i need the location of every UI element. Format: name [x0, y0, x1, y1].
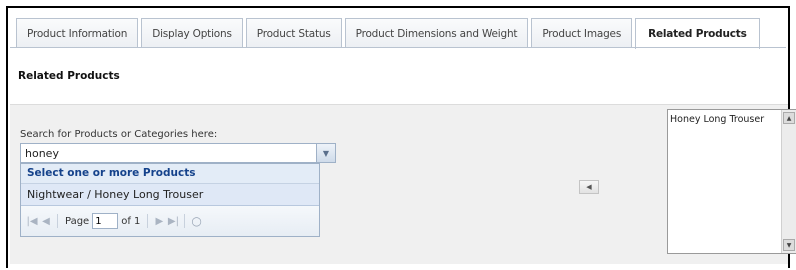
- product-search-input[interactable]: [21, 144, 316, 162]
- prev-page-icon[interactable]: ◀: [39, 216, 53, 227]
- refresh-icon[interactable]: ○: [191, 214, 201, 228]
- product-search-combo: ▼: [20, 143, 336, 163]
- scroll-up-icon[interactable]: ▲: [783, 112, 795, 124]
- results-pager: |◀ ◀ Page of 1 ▶ ▶| ○: [21, 206, 319, 236]
- move-left-icon[interactable]: ◀: [579, 180, 599, 194]
- last-page-icon[interactable]: ▶|: [166, 216, 180, 227]
- tab-product-images[interactable]: Product Images: [531, 18, 633, 48]
- page-number-input[interactable]: [92, 213, 119, 229]
- selected-product-item[interactable]: Honey Long Trouser: [670, 114, 764, 125]
- page-label: Page: [65, 215, 90, 227]
- tab-related-products[interactable]: Related Products: [635, 18, 760, 49]
- tab-display-options[interactable]: Display Options: [141, 18, 243, 48]
- chevron-down-icon[interactable]: ▼: [316, 144, 335, 162]
- tab-product-status[interactable]: Product Status: [245, 18, 342, 48]
- pager-divider: [57, 214, 58, 228]
- list-scrollbar[interactable]: ▲ ▼: [781, 110, 796, 253]
- tab-divider: [10, 47, 786, 48]
- search-results-dropdown: Select one or more Products Nightwear / …: [20, 163, 320, 237]
- next-page-icon[interactable]: ▶: [152, 216, 166, 227]
- product-editor-frame: Product Information Display Options Prod…: [6, 6, 796, 268]
- search-label: Search for Products or Categories here:: [20, 129, 218, 140]
- pager-divider: [184, 214, 186, 228]
- first-page-icon[interactable]: |◀: [25, 216, 39, 227]
- tab-product-information[interactable]: Product Information: [16, 18, 139, 48]
- pager-divider: [147, 214, 149, 228]
- tab-product-dimensions[interactable]: Product Dimensions and Weight: [344, 18, 529, 48]
- scroll-down-icon[interactable]: ▼: [783, 239, 795, 251]
- related-products-panel: Search for Products or Categories here: …: [10, 104, 796, 264]
- section-title: Related Products: [18, 70, 120, 82]
- search-result-item[interactable]: Nightwear / Honey Long Trouser: [21, 184, 319, 206]
- tab-bar: Product Information Display Options Prod…: [16, 18, 763, 49]
- dropdown-header: Select one or more Products: [21, 164, 319, 184]
- selected-products-list[interactable]: Honey Long Trouser ▲ ▼: [667, 109, 796, 254]
- page-count-label: of 1: [121, 215, 141, 227]
